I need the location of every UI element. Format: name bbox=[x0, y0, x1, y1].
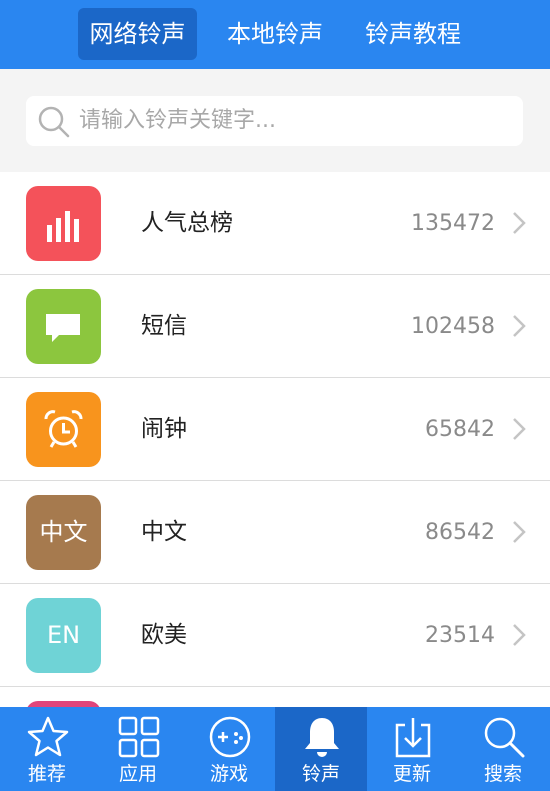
grid-icon bbox=[118, 716, 160, 758]
nav-label: 搜索 bbox=[483, 763, 522, 785]
list-item-popular[interactable]: 人气总榜 135472 bbox=[0, 172, 550, 275]
category-list: 人气总榜 135472 短信 102458 闹钟 65842 中文 中文 865… bbox=[0, 172, 550, 707]
list-item-chinese[interactable]: 中文 中文 86542 bbox=[0, 481, 550, 584]
search-icon bbox=[484, 717, 525, 758]
list-item-count: 86542 bbox=[425, 520, 495, 545]
list-item-count: 23514 bbox=[425, 623, 495, 648]
tab-local-ringtones[interactable]: 本地铃声 bbox=[218, 8, 332, 60]
list-item-label: 闹钟 bbox=[141, 416, 187, 442]
nav-games[interactable]: 游戏 bbox=[183, 707, 275, 791]
list-item-count: 65842 bbox=[425, 417, 495, 442]
message-icon bbox=[26, 289, 101, 364]
alarm-clock-icon bbox=[26, 392, 101, 467]
chevron-right-icon bbox=[513, 521, 526, 543]
chevron-right-icon bbox=[513, 624, 526, 646]
nav-recommend[interactable]: 推荐 bbox=[1, 707, 93, 791]
nav-label: 更新 bbox=[392, 763, 431, 785]
tab-online-ringtones[interactable]: 网络铃声 bbox=[78, 8, 197, 60]
chinese-text-icon: 中文 bbox=[26, 495, 101, 570]
list-item-label: 人气总榜 bbox=[141, 210, 233, 236]
download-icon bbox=[395, 718, 431, 758]
star-icon bbox=[27, 716, 69, 757]
bell-icon bbox=[305, 718, 339, 757]
list-item-label: 中文 bbox=[141, 519, 187, 545]
search-icon bbox=[38, 106, 70, 138]
list-item-count: 135472 bbox=[411, 211, 495, 236]
nav-label: 应用 bbox=[118, 763, 157, 785]
chevron-right-icon bbox=[513, 315, 526, 337]
tile-text: EN bbox=[46, 621, 81, 649]
bottom-nav: 推荐 应用 游戏 铃声 更新 搜索 bbox=[0, 707, 550, 791]
list-item-alarm[interactable]: 闹钟 65842 bbox=[0, 378, 550, 481]
nav-search[interactable]: 搜索 bbox=[457, 707, 549, 791]
nav-label: 游戏 bbox=[209, 763, 248, 785]
chevron-right-icon bbox=[513, 212, 526, 234]
search-section: 请输入铃声关键字... bbox=[0, 69, 550, 172]
list-item-partial[interactable] bbox=[0, 687, 550, 707]
list-item-label: 短信 bbox=[141, 313, 187, 339]
list-item-count: 102458 bbox=[411, 314, 495, 339]
nav-label: 推荐 bbox=[27, 763, 66, 785]
bar-chart-icon bbox=[26, 186, 101, 261]
chevron-right-icon bbox=[513, 418, 526, 440]
english-text-icon: EN bbox=[26, 598, 101, 673]
nav-updates[interactable]: 更新 bbox=[366, 707, 458, 791]
list-item-label: 欧美 bbox=[141, 622, 187, 648]
search-placeholder: 请输入铃声关键字... bbox=[79, 108, 276, 133]
list-item-sms[interactable]: 短信 102458 bbox=[0, 275, 550, 378]
list-item-western[interactable]: EN 欧美 23514 bbox=[0, 584, 550, 687]
app-screen: 网络铃声 本地铃声 铃声教程 请输入铃声关键字... 人气总榜 135472 短… bbox=[0, 0, 550, 791]
tab-ringtone-tutorial[interactable]: 铃声教程 bbox=[356, 8, 470, 60]
search-input[interactable]: 请输入铃声关键字... bbox=[26, 96, 523, 146]
top-tab-bar: 网络铃声 本地铃声 铃声教程 bbox=[0, 0, 550, 69]
tile-text: 中文 bbox=[39, 518, 88, 546]
gamepad-icon bbox=[209, 716, 251, 758]
nav-apps[interactable]: 应用 bbox=[92, 707, 184, 791]
nav-ringtones[interactable]: 铃声 bbox=[275, 707, 367, 791]
nav-label: 铃声 bbox=[301, 763, 340, 785]
